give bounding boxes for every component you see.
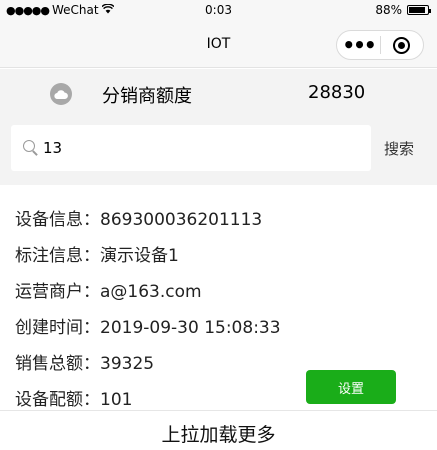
- device-quota-label: 设备配额：: [15, 390, 100, 410]
- sales-total-label: 销售总额：: [15, 354, 100, 374]
- capsule-close-button[interactable]: [381, 31, 423, 59]
- quota-label: 分销商额度: [102, 86, 192, 107]
- created-time-label: 创建时间：: [15, 318, 100, 338]
- capsule-close-dot: [398, 41, 406, 49]
- search-input[interactable]: [43, 139, 343, 157]
- load-more-text: 上拉加载更多: [161, 424, 276, 446]
- status-time: 0:03: [205, 3, 232, 17]
- divider: [0, 410, 437, 411]
- device-info-card: 设备信息：869300036201113 标注信息：演示设备1 运营商户：a@1…: [0, 185, 437, 410]
- set-button[interactable]: 设置: [306, 370, 396, 404]
- search-icon: [23, 140, 39, 156]
- nav-bar: IOT •••: [0, 20, 437, 68]
- search-area: 搜索: [0, 117, 437, 185]
- cloud-icon: [50, 83, 72, 105]
- sales-total-row: 销售总额：39325: [15, 349, 154, 374]
- operator-row: 运营商户：a@163.com: [15, 277, 202, 302]
- status-right: 88%: [375, 3, 431, 17]
- device-note-label: 标注信息：: [15, 246, 100, 266]
- created-time-row: 创建时间：2019-09-30 15:08:33: [15, 313, 281, 338]
- sales-total-value: 39325: [100, 354, 155, 374]
- device-id-value: 869300036201113: [100, 210, 263, 230]
- operator-label: 运营商户：: [15, 282, 100, 302]
- battery-fill: [409, 7, 425, 13]
- search-button[interactable]: 搜索: [384, 138, 414, 159]
- search-box[interactable]: [11, 125, 371, 171]
- device-note-row: 标注信息：演示设备1: [15, 241, 179, 266]
- battery-icon: [407, 5, 431, 15]
- device-quota-row: 设备配额：101: [15, 385, 132, 410]
- status-bar: ●●●●● WeChat 0:03 88%: [0, 0, 437, 20]
- more-dots-icon[interactable]: •••: [337, 31, 380, 59]
- mini-program-capsule: •••: [336, 30, 424, 60]
- battery-percent: 88%: [375, 3, 402, 17]
- device-id-row: 设备信息：869300036201113: [15, 205, 262, 230]
- capsule-close-icon: [393, 36, 411, 54]
- created-time-value: 2019-09-30 15:08:33: [100, 318, 281, 338]
- device-id-label: 设备信息：: [15, 210, 100, 230]
- quota-row: 分销商额度 28830: [0, 69, 437, 117]
- operator-value: a@163.com: [100, 282, 202, 302]
- device-quota-value: 101: [100, 390, 133, 410]
- device-note-value: 演示设备1: [100, 246, 179, 266]
- quota-value: 28830: [308, 82, 366, 103]
